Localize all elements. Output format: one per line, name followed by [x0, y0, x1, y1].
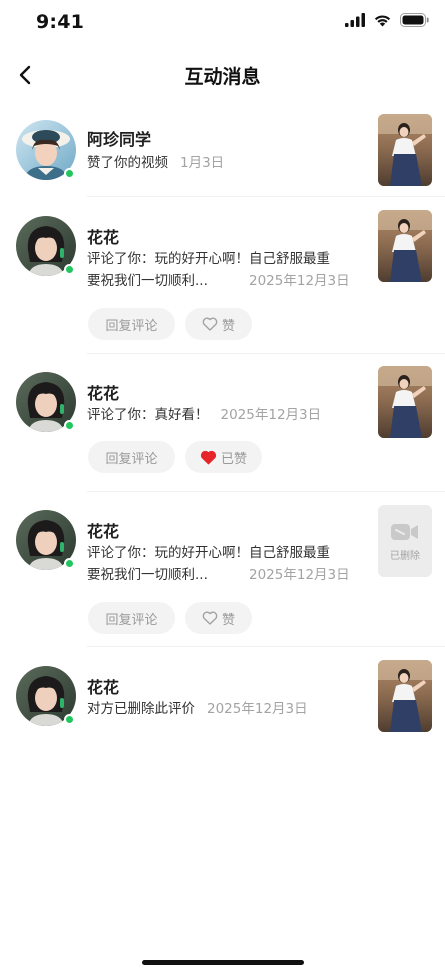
sender-name: 花花 [87, 678, 120, 697]
divider [87, 196, 445, 197]
message-text-line1: 评论了你：玩的好开心啊！自己舒服最重 [87, 251, 330, 267]
page-title: 互动消息 [184, 66, 261, 88]
message-text: 赞了你的视频 [87, 155, 168, 171]
message-time: 2025年12月3日 [249, 273, 350, 289]
video-thumbnail-image [378, 366, 432, 438]
reply-comment-label: 回复评论 [105, 451, 158, 467]
message-time: 1月3日 [180, 155, 225, 171]
message-text: 对方已删除此评价 [87, 701, 195, 717]
avatar[interactable] [16, 510, 76, 570]
message-text: 评论了你：真好看！ [87, 407, 209, 423]
sender-name: 花花 [87, 522, 120, 541]
divider [87, 646, 445, 647]
reply-comment-button[interactable]: 回复评论 [88, 441, 175, 473]
online-status-dot [64, 168, 75, 179]
video-thumbnail-image [378, 210, 432, 282]
heart-outline-icon [202, 611, 218, 625]
message-text-line2: 要祝我们一切顺利... [87, 273, 208, 289]
wifi-icon [374, 15, 391, 27]
video-thumbnail[interactable] [378, 210, 432, 282]
message-content: 赞了你的视频 1月3日 [87, 152, 357, 174]
like-button[interactable]: 赞 [185, 602, 252, 634]
reply-comment-label: 回复评论 [105, 318, 158, 334]
video-thumbnail-image [378, 114, 432, 186]
message-item[interactable]: 花花 评论了你：玩的好开心啊！自己舒服最重 要祝我们一切顺利... 2025年1… [0, 198, 445, 354]
online-status-dot [64, 714, 75, 725]
video-thumbnail[interactable] [378, 366, 432, 438]
message-time: 2025年12月3日 [207, 701, 308, 717]
message-text-line2: 要祝我们一切顺利... [87, 567, 208, 583]
message-item[interactable]: 花花 对方已删除此评价 2025年12月3日 [0, 648, 445, 738]
avatar[interactable] [16, 216, 76, 276]
online-status-dot [64, 420, 75, 431]
reply-comment-button[interactable]: 回复评论 [88, 308, 175, 340]
message-item[interactable]: 阿珍同学 赞了你的视频 1月3日 [0, 108, 445, 198]
liked-button[interactable]: 已赞 [185, 441, 262, 473]
heart-outline-icon [202, 317, 218, 331]
video-thumbnail-image [378, 660, 432, 732]
avatar[interactable] [16, 120, 76, 180]
reply-comment-button[interactable]: 回复评论 [88, 602, 175, 634]
message-time: 2025年12月3日 [220, 407, 322, 423]
sender-name: 阿珍同学 [87, 130, 152, 149]
message-time: 2025年12月3日 [249, 567, 350, 583]
message-text-line1: 评论了你：玩的好开心啊！自己舒服最重 [87, 545, 330, 561]
nav-bar: 互动消息 [0, 52, 445, 98]
video-thumbnail[interactable] [378, 114, 432, 186]
deleted-video-thumbnail: 已删除 [378, 505, 432, 577]
like-label: 已赞 [220, 451, 247, 467]
like-label: 赞 [221, 318, 235, 334]
status-bar: 9:41 [0, 0, 445, 46]
message-content: 评论了你：真好看！ 2025年12月3日 [87, 404, 357, 426]
message-content: 评论了你：玩的好开心啊！自己舒服最重 要祝我们一切顺利... 2025年12月3… [87, 248, 357, 292]
video-thumbnail[interactable] [378, 660, 432, 732]
status-time: 9:41 [36, 11, 85, 33]
deleted-label: 已删除 [390, 550, 420, 562]
message-content: 评论了你：玩的好开心啊！自己舒服最重 要祝我们一切顺利... 2025年12月3… [87, 542, 357, 586]
status-icons [345, 13, 429, 27]
like-button[interactable]: 赞 [185, 308, 252, 340]
message-content: 对方已删除此评价 2025年12月3日 [87, 698, 357, 720]
signal-icon [345, 13, 365, 27]
message-item[interactable]: 花花 评论了你：玩的好开心啊！自己舒服最重 要祝我们一切顺利... 2025年1… [0, 492, 445, 648]
sender-name: 花花 [87, 228, 120, 247]
heart-filled-icon [200, 450, 217, 464]
battery-icon [400, 13, 429, 27]
online-status-dot [64, 558, 75, 569]
video-deleted-icon [391, 523, 418, 540]
avatar[interactable] [16, 666, 76, 726]
like-label: 赞 [221, 612, 235, 628]
message-item[interactable]: 花花 评论了你：真好看！ 2025年12月3日 回复评论 已赞 [0, 354, 445, 492]
sender-name: 花花 [87, 384, 120, 403]
online-status-dot [64, 264, 75, 275]
home-indicator[interactable] [142, 960, 304, 965]
avatar[interactable] [16, 372, 76, 432]
reply-comment-label: 回复评论 [105, 612, 158, 628]
